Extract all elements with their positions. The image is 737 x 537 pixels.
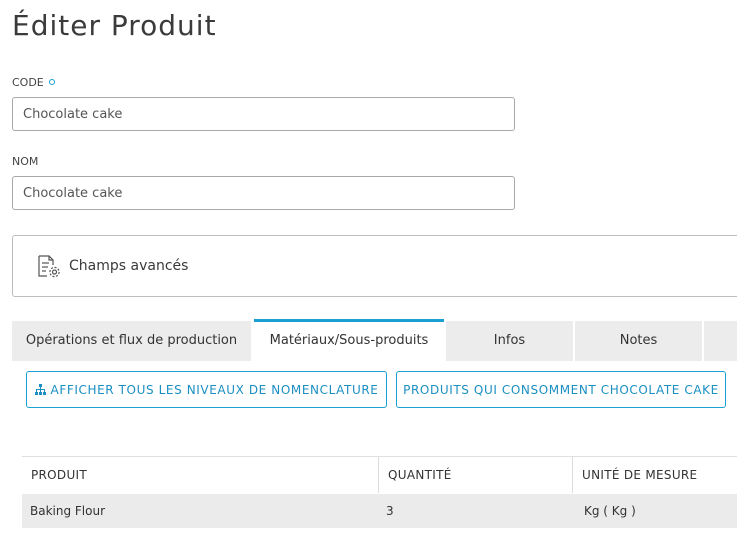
cell-unit: Kg ( Kg ) [584, 504, 636, 518]
consuming-products-button[interactable]: PRODUITS QUI CONSOMMENT CHOCOLATE CAKE [396, 371, 726, 408]
column-header-product[interactable]: PRODUIT [31, 457, 87, 493]
hierarchy-icon [34, 384, 46, 395]
column-header-unit[interactable]: UNITÉ DE MESURE [582, 457, 697, 493]
code-label: CODE [12, 76, 55, 90]
show-all-levels-label: AFFICHER TOUS LES NIVEAUX DE NOMENCLATUR… [50, 382, 379, 397]
page-title: Éditer Produit [12, 9, 217, 42]
advanced-fields-label: Champs avancés [69, 258, 189, 274]
tab-operations[interactable]: Opérations et flux de production [12, 321, 251, 361]
column-separator [572, 457, 573, 493]
code-label-text: CODE [12, 76, 44, 89]
consuming-products-label: PRODUITS QUI CONSOMMENT CHOCOLATE CAKE [403, 382, 719, 397]
cell-product: Baking Flour [30, 504, 106, 518]
tab-materials[interactable]: Matériaux/Sous-produits [254, 319, 444, 361]
tab-infos[interactable]: Infos [446, 321, 573, 361]
show-all-levels-button[interactable]: AFFICHER TOUS LES NIVEAUX DE NOMENCLATUR… [26, 371, 387, 408]
tab-notes[interactable]: Notes [575, 321, 702, 361]
required-indicator-icon [48, 79, 55, 85]
table-row[interactable]: Baking Flour 3 Kg ( Kg ) [22, 494, 737, 528]
document-settings-icon [38, 255, 60, 278]
advanced-fields-panel[interactable]: Champs avancés [12, 235, 737, 297]
cell-quantity: 3 [386, 504, 394, 518]
edit-product-page: Éditer Produit CODE NOM Champs avancés O… [0, 0, 737, 537]
tab-overflow[interactable] [704, 321, 737, 361]
column-separator [378, 457, 379, 493]
code-input[interactable] [12, 97, 515, 131]
tab-bar: Opérations et flux de production Matéria… [12, 319, 737, 361]
name-input[interactable] [12, 176, 515, 210]
table-header: PRODUIT QUANTITÉ UNITÉ DE MESURE [22, 456, 737, 495]
column-header-quantity[interactable]: QUANTITÉ [388, 457, 452, 493]
name-label: NOM [12, 155, 39, 168]
